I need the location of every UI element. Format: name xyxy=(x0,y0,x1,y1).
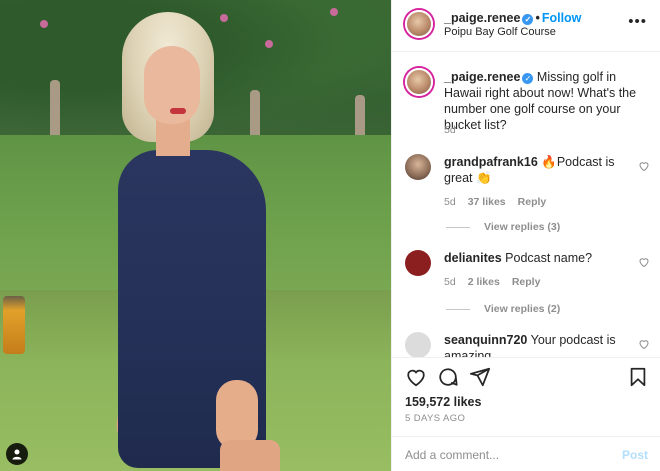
comment-text-block: seanquinn720 Your podcast is amazing xyxy=(444,332,624,357)
photo-flower xyxy=(40,20,48,28)
photo-lantern xyxy=(3,296,25,354)
comment-likes[interactable]: 2 likes xyxy=(468,276,500,288)
comment-username[interactable]: grandpafrank16 xyxy=(444,155,538,169)
comment-avatar[interactable] xyxy=(405,154,431,180)
photo-lips xyxy=(170,108,186,114)
comment-meta: 5d 2 likes Reply xyxy=(444,276,552,288)
comment-text-block: delianites Podcast name? xyxy=(444,250,624,266)
comment-text-block: grandpafrank16 🔥Podcast is great 👏 xyxy=(444,154,624,186)
comment-age: 5d xyxy=(444,196,456,208)
bookmark-icon[interactable] xyxy=(627,366,649,388)
user-tag-icon[interactable] xyxy=(6,443,28,465)
comment-meta: 5d 37 likes Reply xyxy=(444,196,558,208)
view-replies-button[interactable]: View replies (3) xyxy=(446,221,560,233)
caption-avatar[interactable] xyxy=(405,68,433,96)
photo-person xyxy=(100,10,290,471)
add-comment-bar: Post xyxy=(392,436,660,471)
post-comment-button[interactable]: Post xyxy=(622,448,648,462)
author-username[interactable]: _paige.renee xyxy=(444,11,520,25)
comment-icon[interactable] xyxy=(437,366,459,388)
comment-likes[interactable]: 37 likes xyxy=(468,196,506,208)
separator-dot: • xyxy=(535,11,540,25)
caption-age: 5d xyxy=(444,124,456,136)
post-photo[interactable] xyxy=(0,0,391,471)
share-icon[interactable] xyxy=(469,366,491,388)
view-replies-button[interactable]: View replies (2) xyxy=(446,303,560,315)
author-avatar[interactable] xyxy=(405,10,433,38)
photo-legs xyxy=(220,440,280,471)
verified-icon: ✓ xyxy=(522,73,534,84)
comment-age: 5d xyxy=(444,276,456,288)
verified-icon: ✓ xyxy=(522,14,534,25)
post-header: _paige.renee ✓ • Follow Poipu Bay Golf Cour… xyxy=(392,0,660,52)
follow-button[interactable]: Follow xyxy=(542,11,582,25)
post-actions-bar xyxy=(392,357,660,395)
comments-list[interactable]: _paige.renee ✓ Missing golf in Hawaii rig… xyxy=(392,52,660,357)
comment-username[interactable]: seanquinn720 xyxy=(444,333,527,347)
post-timestamp: 5 DAYS AGO xyxy=(405,413,466,424)
comment-username[interactable]: delianites xyxy=(444,251,502,265)
post-side-panel: _paige.renee ✓ • Follow Poipu Bay Golf Cour… xyxy=(391,0,660,471)
heart-icon[interactable] xyxy=(405,366,427,388)
add-comment-input[interactable] xyxy=(405,448,605,462)
likes-count[interactable]: 159,572 likes xyxy=(405,395,481,409)
more-options-icon[interactable]: ••• xyxy=(628,13,647,30)
heart-icon[interactable] xyxy=(638,160,650,172)
caption-text-block: _paige.renee ✓ Missing golf in Hawaii rig… xyxy=(444,69,649,133)
heart-icon[interactable] xyxy=(638,256,650,268)
comment-text: Podcast name? xyxy=(505,251,593,265)
heart-icon[interactable] xyxy=(638,338,650,350)
photo-flower xyxy=(330,8,338,16)
caption-username[interactable]: _paige.renee xyxy=(444,70,520,84)
post-location[interactable]: Poipu Bay Golf Course xyxy=(444,26,556,38)
comment-avatar[interactable] xyxy=(405,250,431,276)
comment-reply-button[interactable]: Reply xyxy=(512,276,541,288)
author-line: _paige.renee ✓ • Follow xyxy=(444,11,581,25)
comment-reply-button[interactable]: Reply xyxy=(518,196,547,208)
comment-avatar[interactable] xyxy=(405,332,431,357)
